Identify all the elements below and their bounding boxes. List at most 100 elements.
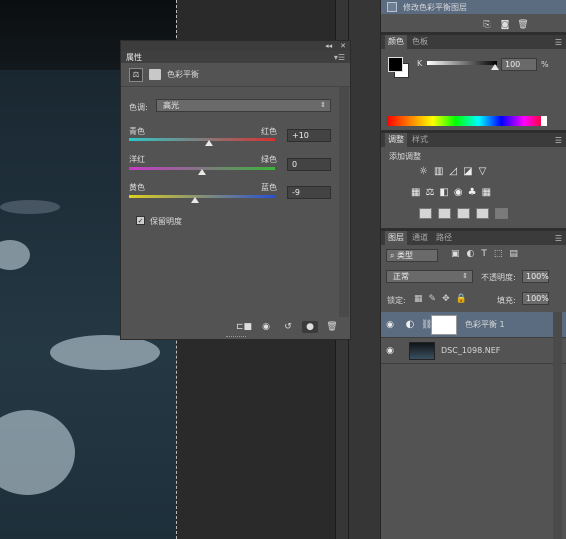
right-panel-dock: 修改色彩平衡图层 ⎘ ◙ 🗑 颜色 色板 ☰ K 100 % 调整 样式 ☰ 添… (381, 0, 566, 539)
layer-filter-icons: ▣ ◐ T ⬚ ▤ (451, 249, 518, 259)
brightness-icon[interactable]: ☼ (419, 166, 428, 177)
slider-right-label: 红色 (261, 127, 277, 136)
preserve-luminosity-checkbox[interactable]: ✓ (136, 216, 145, 225)
panel-resize-grip[interactable] (226, 336, 246, 339)
link-icon[interactable]: ⛓ (421, 320, 432, 330)
slider-thumb[interactable] (491, 64, 499, 70)
properties-scrollbar[interactable] (339, 87, 349, 317)
tab-adjustments[interactable]: 调整 (385, 133, 407, 147)
vibrance-icon[interactable]: ▽ (479, 166, 487, 177)
k-slider[interactable] (427, 61, 497, 65)
lock-label: 锁定: (387, 296, 406, 305)
layer-row[interactable]: ◉ ◐ ⛓ 色彩平衡 1 (381, 312, 566, 338)
tone-value: 高光 (163, 101, 179, 110)
tone-label: 色调: (129, 103, 148, 112)
hue-saturation-icon[interactable]: ▦ (411, 187, 420, 198)
color-balance-icon[interactable]: ⚖ (129, 67, 143, 82)
foreground-color-swatch[interactable] (388, 57, 403, 72)
reset-icon[interactable]: ↺ (280, 321, 296, 333)
color-lookup-icon[interactable]: ▦ (482, 187, 491, 198)
visibility-icon[interactable]: ◉ (381, 346, 399, 356)
white-swatch[interactable] (541, 116, 547, 126)
history-footer: ⎘ ◙ 🗑 (481, 20, 529, 30)
curves-icon[interactable]: ◿ (449, 166, 457, 177)
delete-icon[interactable]: 🗑 (517, 20, 529, 30)
adjustment-layer-icon: ◐ (405, 319, 415, 330)
exposure-icon[interactable]: ◪ (463, 166, 472, 177)
layer-name[interactable]: 色彩平衡 1 (465, 319, 505, 330)
panel-menu-icon[interactable]: ☰ (555, 234, 562, 243)
blend-mode-dropdown[interactable]: 正常 ⇕ (386, 270, 473, 283)
snapshot-icon[interactable]: ◙ (499, 20, 511, 30)
tab-swatches[interactable]: 色板 (409, 35, 431, 49)
visibility-icon[interactable]: ◉ (381, 320, 399, 330)
lock-transparency-icon[interactable]: ▦ (414, 294, 423, 304)
panel-menu-icon[interactable]: ☰ (555, 136, 562, 145)
delete-icon[interactable]: 🗑 (324, 321, 340, 333)
mask-icon[interactable] (149, 69, 161, 80)
adjustment-row-3 (419, 208, 508, 219)
lock-pixels-icon[interactable]: ✎ (429, 294, 437, 304)
color-spectrum-ramp[interactable] (387, 116, 547, 126)
black-white-icon[interactable]: ◧ (439, 187, 448, 198)
layer-mask-thumbnail[interactable] (431, 314, 457, 335)
tab-layers[interactable]: 图层 (385, 231, 407, 245)
layer-filter-dropdown[interactable]: ⌕ 类型 (386, 249, 438, 262)
type-filter-icon[interactable]: T (481, 249, 487, 259)
visibility-icon[interactable]: ● (302, 321, 318, 333)
panel-menu-icon[interactable]: ▾☰ (334, 53, 345, 62)
threshold-icon[interactable] (457, 208, 470, 219)
slider-thumb[interactable] (198, 169, 206, 175)
color-balance-icon[interactable]: ⚖ (425, 187, 434, 198)
slider-thumb[interactable] (205, 140, 214, 146)
fill-input[interactable]: 100% (522, 292, 549, 305)
k-value-input[interactable]: 100 (501, 58, 537, 71)
layer-filter-label: 类型 (397, 251, 414, 260)
pixel-filter-icon[interactable]: ▣ (451, 249, 460, 259)
cyan-red-slider[interactable] (129, 138, 275, 141)
cyan-red-value[interactable]: +10 (287, 129, 331, 142)
tab-styles[interactable]: 样式 (409, 133, 431, 147)
adjustment-row-1: ☼ ▥ ◿ ◪ ▽ (419, 166, 486, 177)
posterize-icon[interactable] (438, 208, 451, 219)
lock-position-icon[interactable]: ✥ (442, 294, 450, 304)
layer-thumbnail (409, 341, 435, 360)
properties-tabbar: 属性 ▾☰ (121, 51, 350, 63)
channel-mixer-icon[interactable]: ♣ (468, 187, 477, 198)
yellow-blue-slider[interactable] (129, 195, 275, 198)
magenta-green-value[interactable]: 0 (287, 158, 331, 171)
yellow-blue-value[interactable]: -9 (287, 186, 331, 199)
levels-icon[interactable]: ▥ (434, 166, 443, 177)
view-previous-icon[interactable]: ◉ (258, 321, 274, 333)
gradient-map-icon[interactable] (495, 208, 508, 219)
collapse-icon[interactable]: ◂◂ (325, 41, 332, 51)
search-icon: ⌕ (390, 251, 398, 260)
opacity-input[interactable]: 100% (522, 270, 549, 283)
adjustments-panel-header: 调整 样式 ☰ (381, 133, 566, 147)
history-state[interactable]: 修改色彩平衡图层 (381, 0, 566, 14)
adjustment-filter-icon[interactable]: ◐ (467, 249, 475, 259)
shape-filter-icon[interactable]: ⬚ (494, 249, 503, 259)
invert-icon[interactable] (419, 208, 432, 219)
tab-paths[interactable]: 路径 (433, 231, 455, 245)
tab-properties[interactable]: 属性 (126, 52, 142, 63)
new-document-from-state-icon[interactable]: ⎘ (481, 20, 493, 30)
tone-dropdown[interactable]: 高光 ⇕ (156, 99, 331, 112)
lock-all-icon[interactable]: 🔒 (456, 294, 467, 304)
clip-to-layer-icon[interactable]: ⊏■ (236, 321, 252, 333)
tab-channels[interactable]: 通道 (409, 231, 431, 245)
layer-row[interactable]: ◉ DSC_1098.NEF (381, 338, 566, 364)
panel-menu-icon[interactable]: ☰ (555, 38, 562, 47)
layers-scrollbar[interactable] (553, 312, 562, 539)
photo-filter-icon[interactable]: ◉ (454, 187, 463, 198)
slider-thumb[interactable] (191, 197, 200, 203)
selective-color-icon[interactable] (476, 208, 489, 219)
layer-name[interactable]: DSC_1098.NEF (441, 346, 500, 355)
history-state-icon (387, 2, 397, 12)
smart-object-filter-icon[interactable]: ▤ (509, 249, 518, 259)
adjustment-row-2: ▦ ⚖ ◧ ◉ ♣ ▦ (411, 187, 491, 198)
add-adjustment-label: 添加调整 (389, 152, 421, 161)
adjustment-name: 色彩平衡 (167, 70, 199, 79)
close-icon[interactable]: ✕ (340, 41, 346, 51)
tab-color[interactable]: 颜色 (385, 35, 407, 49)
